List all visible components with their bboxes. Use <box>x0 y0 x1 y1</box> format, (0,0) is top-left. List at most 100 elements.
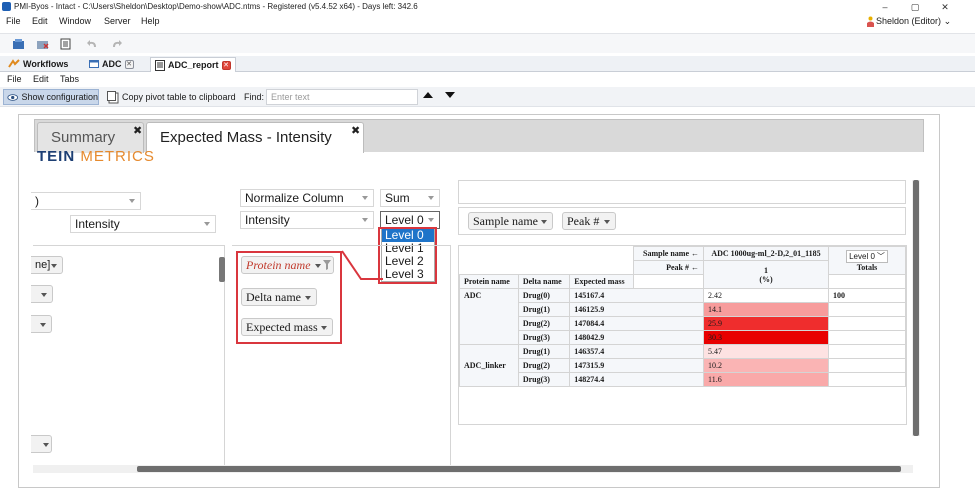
row-header-expected-mass: Expected mass <box>569 274 634 289</box>
table-row: Drug(3) 148042.9 30.3 <box>460 330 906 345</box>
value-cell[interactable]: 30.3 <box>703 330 829 345</box>
unused-field-pill[interactable]: ne] <box>31 256 63 274</box>
close-icon[interactable]: ✖ <box>351 116 360 146</box>
peak-column-label: 1 (%) <box>703 260 829 289</box>
col-field-peak-number-label: Peak # <box>567 214 600 228</box>
menu-window[interactable]: Window <box>59 16 91 26</box>
value-cell[interactable]: 14.1 <box>703 302 829 317</box>
unused-field-pill[interactable] <box>31 285 53 303</box>
vertical-scrollbar[interactable] <box>912 180 920 436</box>
document-icon[interactable] <box>59 38 72 50</box>
mass-cell: 148042.9 <box>569 330 704 345</box>
tab-summary-label: Summary <box>51 129 116 146</box>
chevron-down-icon <box>428 196 434 200</box>
menu-help[interactable]: Help <box>141 16 160 26</box>
menu-file[interactable]: File <box>6 16 21 26</box>
col-field-sample-name[interactable]: Sample name <box>468 212 553 230</box>
undo-icon[interactable] <box>86 38 99 50</box>
tab-workflows[interactable]: Workflows <box>4 57 72 71</box>
find-input[interactable] <box>266 89 418 105</box>
scrollbar-thumb[interactable] <box>913 180 919 436</box>
copy-pivot-label: Copy pivot table to clipboard <box>122 92 236 102</box>
eye-icon <box>7 93 19 101</box>
close-icon[interactable]: ✖ <box>133 116 142 146</box>
value-field-select[interactable]: Intensity <box>70 215 216 233</box>
maximize-button[interactable]: ▢ <box>901 0 929 14</box>
user-icon <box>867 16 874 27</box>
peak-axis-label: Peak # ← <box>633 260 704 275</box>
minimize-button[interactable]: – <box>871 0 899 14</box>
aggregator-select[interactable]: Sum <box>380 189 440 207</box>
table-row: ADC_linker Drug(1) 146357.4 5.47 <box>459 344 906 387</box>
menu-server[interactable]: Server <box>104 16 131 26</box>
mass-cell: 146357.4 <box>569 344 704 359</box>
pivot-table: Sample name ← ADC 1000ug-ml_2-D,2_01_118… <box>459 246 906 387</box>
totals-level-value: Level 0 <box>849 251 875 261</box>
user-menu[interactable]: Sheldon (Editor) ⌄ <box>867 16 951 27</box>
total-cell[interactable]: 100 <box>828 288 906 303</box>
logo-text-2: METRICS <box>80 148 155 165</box>
close-project-icon[interactable] <box>36 38 49 50</box>
value-field-select-value: Intensity <box>75 217 120 231</box>
redo-icon[interactable] <box>110 38 123 50</box>
chevron-down-icon <box>204 222 210 226</box>
peak-value: 1 <box>764 265 768 275</box>
menubar: File Edit Window Server Help <box>0 14 975 30</box>
col-field-peak-number[interactable]: Peak # <box>562 212 616 230</box>
report-menu-file[interactable]: File <box>7 74 22 84</box>
aggregator-value-select[interactable]: Intensity <box>240 211 374 229</box>
tab-label: ADC_report <box>168 60 219 70</box>
find-previous-icon[interactable] <box>423 92 433 98</box>
unused-field-label: ne] <box>35 259 51 271</box>
aggregator-value-select-value: Intensity <box>245 213 290 227</box>
find-next-icon[interactable] <box>445 92 455 98</box>
logo-text-1: TEIN <box>37 148 81 165</box>
chevron-down-icon <box>51 264 57 268</box>
tab-label: ADC <box>102 59 122 69</box>
unused-field-pill[interactable] <box>31 435 52 453</box>
tab-expected-mass-intensity[interactable]: Expected Mass - Intensity ✖ <box>146 122 364 153</box>
totals-spacer <box>828 274 906 289</box>
chevron-down-icon <box>40 323 46 327</box>
totals-header: Level 0 ﹀ Totals <box>828 246 906 275</box>
show-configuration-button[interactable]: Show configuration <box>3 89 99 105</box>
chevron-down-icon <box>541 220 547 224</box>
unit-label: (%) <box>759 274 773 284</box>
new-project-icon[interactable] <box>12 38 25 50</box>
value-cell[interactable]: 2.42 <box>703 288 829 303</box>
window-title: PMI-Byos - Intact - C:\Users\Sheldon\Des… <box>14 2 418 11</box>
horizontal-scrollbar[interactable] <box>33 465 913 473</box>
clipboard-icon <box>107 90 119 103</box>
protein-cell: ADC_linker <box>459 344 519 387</box>
workflow-icon <box>8 59 20 68</box>
aggregation-area <box>458 180 906 204</box>
copy-pivot-button[interactable]: Copy pivot table to clipboard <box>107 89 236 105</box>
close-icon[interactable]: ✕ <box>124 59 134 69</box>
delta-cell: Drug(0) <box>517 288 571 303</box>
totals-level-select[interactable]: Level 0 ﹀ <box>846 249 888 263</box>
chevron-down-icon <box>43 443 49 447</box>
scrollbar-thumb[interactable] <box>219 257 225 282</box>
normalize-select[interactable]: Normalize Column <box>240 189 374 207</box>
report-icon <box>155 59 165 71</box>
unused-field-pill[interactable] <box>31 315 52 333</box>
left-config-select[interactable]: ) <box>31 192 141 210</box>
menu-edit[interactable]: Edit <box>32 16 48 26</box>
value-cell[interactable]: 10.2 <box>703 358 829 373</box>
editor-tab-bar: Workflows ADC ✕ ADC_report ✕ <box>0 56 975 72</box>
delta-cell: Drug(2) <box>517 316 571 331</box>
tab-adc-report[interactable]: ADC_report ✕ <box>150 57 236 72</box>
scrollbar-thumb[interactable] <box>137 466 901 472</box>
total-cell <box>828 330 906 345</box>
close-button[interactable]: ✕ <box>931 0 959 14</box>
find-label: Find: <box>244 92 265 102</box>
close-icon[interactable]: ✕ <box>221 60 231 70</box>
report-menu-edit[interactable]: Edit <box>33 74 49 84</box>
value-cell[interactable]: 25.9 <box>703 316 829 331</box>
value-cell[interactable]: 11.6 <box>703 372 829 387</box>
highlight-box <box>236 251 342 344</box>
tab-adc[interactable]: ADC ✕ <box>85 57 138 71</box>
chevron-down-icon <box>129 199 135 203</box>
value-cell[interactable]: 5.47 <box>703 344 829 359</box>
report-menu-tabs[interactable]: Tabs <box>60 74 79 84</box>
